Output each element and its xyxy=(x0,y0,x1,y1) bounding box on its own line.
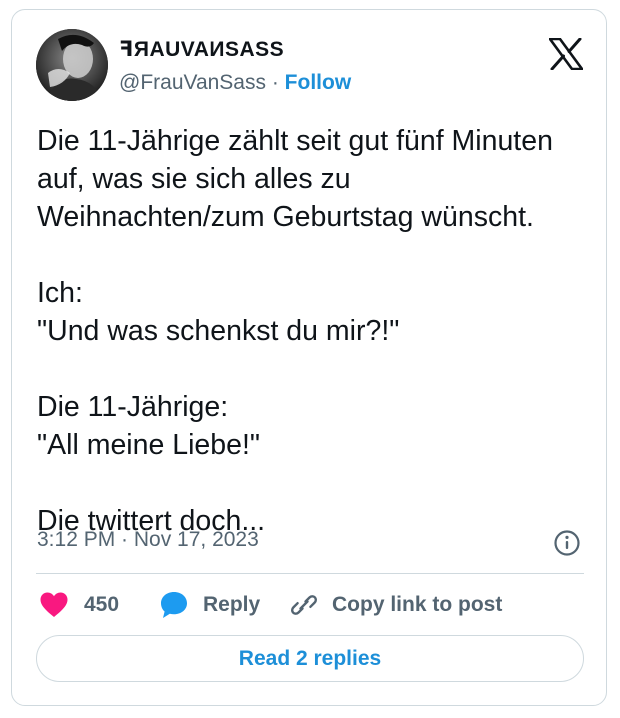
x-logo-icon[interactable] xyxy=(548,37,584,71)
handle[interactable]: @FrauVanSass xyxy=(119,71,266,94)
link-icon xyxy=(290,591,318,619)
separator: · xyxy=(266,71,285,94)
tweet-card: ꟻЯAUVAИSASS @FrauVanSass · Follow Die 11… xyxy=(11,9,607,706)
copy-link-label: Copy link to post xyxy=(332,593,503,616)
copy-link-button[interactable]: Copy link to post xyxy=(290,588,502,622)
like-count: 450 xyxy=(84,593,120,616)
avatar[interactable] xyxy=(36,29,108,101)
speech-bubble-icon xyxy=(159,590,189,620)
timestamp[interactable]: 3:12 PM · Nov 17, 2023 xyxy=(37,528,259,552)
display-name[interactable]: ꟻЯAUVAИSASS xyxy=(119,37,284,62)
follow-button[interactable]: Follow xyxy=(285,71,352,94)
like-button[interactable]: 450 xyxy=(39,588,119,622)
read-replies-button[interactable]: Read 2 replies xyxy=(36,635,584,682)
info-icon[interactable] xyxy=(553,529,581,557)
heart-icon xyxy=(39,591,69,619)
tweet-text: Die 11-Jährige zählt seit gut fünf Minut… xyxy=(37,125,553,537)
divider xyxy=(36,573,584,574)
reply-label: Reply xyxy=(203,593,261,616)
handle-row: @FrauVanSass · Follow xyxy=(119,71,351,95)
reply-button[interactable]: Reply xyxy=(159,588,260,622)
